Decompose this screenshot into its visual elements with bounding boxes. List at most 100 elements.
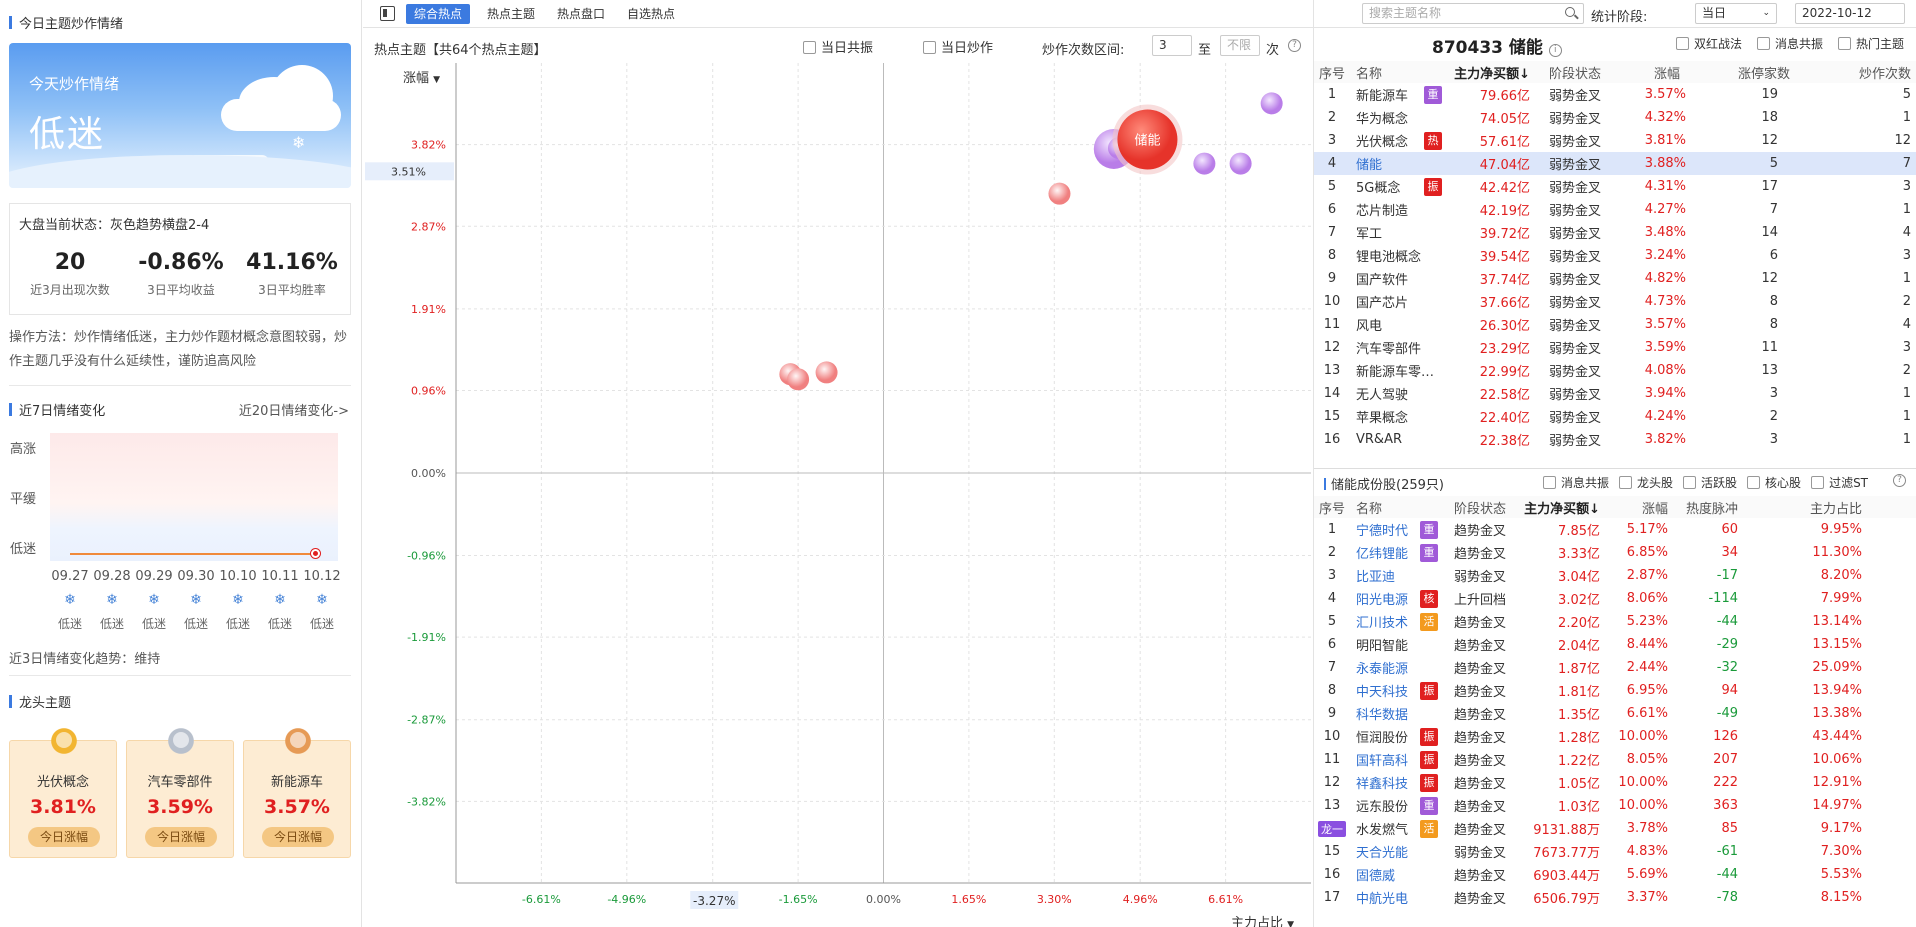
theme-name[interactable]: 锂电池概念 [1356, 250, 1421, 265]
bubble-point[interactable] [787, 368, 810, 391]
tab-hot-themes[interactable]: 热点主题 [479, 4, 543, 24]
leader-pct-button[interactable]: 今日涨幅 [262, 827, 334, 847]
checkbox[interactable] [1747, 476, 1761, 489]
theme-name[interactable]: 汽车零部件 [1356, 342, 1421, 357]
bubble-point[interactable] [1193, 152, 1216, 175]
leader-pct-button[interactable]: 今日涨幅 [28, 827, 100, 847]
stock-row[interactable]: 15 天合光能 弱势金叉 7673.77万 4.83% -61 7.30% [1314, 840, 1916, 863]
stock-filter-1[interactable]: 龙头股 [1619, 476, 1673, 490]
checkbox[interactable] [1619, 476, 1633, 489]
stock-name[interactable]: 固德威 [1356, 869, 1395, 884]
checkbox[interactable] [1683, 476, 1697, 489]
theme-row[interactable]: 15 苹果概念 22.40亿 弱势金叉 4.24% 2 1 [1314, 405, 1916, 428]
stock-name[interactable]: 远东股份 [1356, 800, 1408, 815]
msg-filter[interactable]: 消息共振 [1757, 35, 1823, 52]
stock-name[interactable]: 水发燃气 [1356, 823, 1408, 838]
stock-name[interactable]: 中航光电 [1356, 892, 1408, 907]
theme-row[interactable]: 5 5G概念 振 42.42亿 弱势金叉 4.31% 17 3 [1314, 175, 1916, 198]
date-picker[interactable]: 2022-10-12 [1795, 3, 1905, 24]
search-icon[interactable] [1565, 7, 1579, 20]
stock-name[interactable]: 国轩高科 [1356, 754, 1408, 769]
stock-row[interactable]: 5 汇川技术活趋势金叉 2.20亿 5.23% -44 13.14% [1314, 610, 1916, 633]
column-header[interactable]: 炒作次数 [1796, 61, 1916, 83]
tab-custom-hot[interactable]: 自选热点 [619, 4, 683, 24]
stock-row[interactable]: 7 永泰能源 趋势金叉 1.87亿 2.44% -32 25.09% [1314, 656, 1916, 679]
stock-name[interactable]: 比亚迪 [1356, 570, 1395, 585]
leader-card[interactable]: 新能源车 3.57% 今日涨幅 [243, 725, 351, 858]
column-header[interactable]: 阶段状态 [1530, 61, 1620, 83]
stock-name[interactable]: 明阳智能 [1356, 639, 1408, 654]
column-header[interactable]: 阶段状态 [1440, 496, 1520, 518]
stock-row[interactable]: 10 恒润股份振趋势金叉 1.28亿 10.00% 126 43.44% [1314, 725, 1916, 748]
theme-name[interactable]: 5G概念 [1356, 181, 1400, 196]
theme-name[interactable]: 芯片制造 [1356, 204, 1408, 219]
stock-row[interactable]: 16 固德威 趋势金叉 6903.44万 5.69% -44 5.53% [1314, 863, 1916, 886]
stock-name[interactable]: 阳光电源 [1356, 593, 1408, 608]
checkbox[interactable] [1757, 37, 1770, 50]
theme-row[interactable]: 9 国产软件 37.74亿 弱势金叉 4.82% 12 1 [1314, 267, 1916, 290]
stock-row[interactable]: 6 明阳智能 趋势金叉 2.04亿 8.44% -29 13.15% [1314, 633, 1916, 656]
stock-row[interactable]: 2 亿纬锂能重趋势金叉 3.33亿 6.85% 34 11.30% [1314, 541, 1916, 564]
theme-row[interactable]: 7 军工 39.72亿 弱势金叉 3.48% 14 4 [1314, 221, 1916, 244]
theme-row[interactable]: 16 VR&AR 22.38亿 弱势金叉 3.82% 3 1 [1314, 428, 1916, 451]
theme-name[interactable]: 华为概念 [1356, 112, 1408, 127]
bubble-point[interactable] [1048, 182, 1071, 205]
week-20-link[interactable]: 近20日情绪变化-> [239, 400, 349, 419]
stock-name[interactable]: 永泰能源 [1356, 662, 1408, 677]
theme-row[interactable]: 3 光伏概念 热 57.61亿 弱势金叉 3.81% 12 12 [1314, 129, 1916, 152]
stock-name[interactable]: 恒润股份 [1356, 731, 1408, 746]
stock-filter-3[interactable]: 核心股 [1747, 476, 1801, 490]
stock-name[interactable]: 宁德时代 [1356, 524, 1408, 539]
theme-row[interactable]: 6 芯片制造 42.19亿 弱势金叉 4.27% 7 1 [1314, 198, 1916, 221]
stock-name[interactable]: 科华数据 [1356, 708, 1408, 723]
stock-row[interactable]: 9 科华数据 趋势金叉 1.35亿 6.61% -49 13.38% [1314, 702, 1916, 725]
theme-name[interactable]: 储能 [1356, 158, 1382, 173]
collapse-panel-icon[interactable] [380, 6, 395, 21]
theme-row[interactable]: 14 无人驾驶 22.58亿 弱势金叉 3.94% 3 1 [1314, 382, 1916, 405]
column-header[interactable]: 主力净买额↓ [1446, 61, 1530, 83]
stock-row[interactable]: 龙一 水发燃气活趋势金叉 9131.88万 3.78% 85 9.17% [1314, 817, 1916, 840]
theme-row[interactable]: 2 华为概念 74.05亿 弱势金叉 4.32% 18 1 [1314, 106, 1916, 129]
theme-row[interactable]: 11 风电 26.30亿 弱势金叉 3.57% 8 4 [1314, 313, 1916, 336]
theme-name[interactable]: 无人驾驶 [1356, 388, 1408, 403]
leader-card[interactable]: 光伏概念 3.81% 今日涨幅 [9, 725, 117, 858]
bubble-point[interactable] [1229, 152, 1252, 175]
column-header[interactable]: 序号 [1314, 61, 1350, 83]
stock-name[interactable]: 亿纬锂能 [1356, 547, 1408, 562]
stock-filter-4[interactable]: 过滤ST [1811, 476, 1868, 490]
stock-row[interactable]: 1 宁德时代重趋势金叉 7.85亿 5.17% 60 9.95% [1314, 518, 1916, 541]
theme-name[interactable]: 新能源车 [1356, 89, 1408, 104]
column-header[interactable]: 名称 [1350, 61, 1446, 83]
hot-filter[interactable]: 热门主题 [1838, 35, 1904, 52]
bubble-point[interactable] [1260, 92, 1283, 115]
bubble-point[interactable] [815, 361, 838, 384]
theme-row[interactable]: 10 国产芯片 37.66亿 弱势金叉 4.73% 8 2 [1314, 290, 1916, 313]
column-header[interactable]: 名称 [1350, 496, 1440, 518]
stock-filter-0[interactable]: 消息共振 [1543, 476, 1609, 490]
stock-row[interactable]: 17 中航光电 趋势金叉 6506.79万 3.37% -78 8.15% [1314, 886, 1916, 909]
stock-name[interactable]: 天合光能 [1356, 846, 1408, 861]
theme-row[interactable]: 1 新能源车 重 79.66亿 弱势金叉 3.57% 19 5 [1314, 83, 1916, 106]
stock-name[interactable]: 中天科技 [1356, 685, 1408, 700]
checkbox[interactable] [1838, 37, 1851, 50]
help-icon[interactable]: ? [1893, 474, 1906, 487]
stock-row[interactable]: 8 中天科技振趋势金叉 1.81亿 6.95% 94 13.94% [1314, 679, 1916, 702]
stock-name[interactable]: 汇川技术 [1356, 616, 1408, 631]
scatter-chart[interactable]: -6.61%-4.96%-3.30%-1.65%0.00%1.65%3.30%4… [363, 29, 1313, 927]
theme-name[interactable]: 国产软件 [1356, 273, 1408, 288]
stock-row[interactable]: 3 比亚迪 弱势金叉 3.04亿 2.87% -17 8.20% [1314, 564, 1916, 587]
stock-row[interactable]: 12 祥鑫科技振趋势金叉 1.05亿 10.00% 222 12.91% [1314, 771, 1916, 794]
stock-filter-2[interactable]: 活跃股 [1683, 476, 1737, 490]
checkbox[interactable] [1676, 37, 1689, 50]
checkbox[interactable] [1543, 476, 1556, 489]
column-header[interactable]: 涨幅 [1600, 496, 1668, 518]
tab-hot-board[interactable]: 热点盘口 [549, 4, 613, 24]
theme-row[interactable]: 12 汽车零部件 23.29亿 弱势金叉 3.59% 11 3 [1314, 336, 1916, 359]
info-icon[interactable]: i [1548, 44, 1562, 57]
period-select[interactable]: 当日 ⌄ [1695, 3, 1777, 24]
tab-comprehensive[interactable]: 综合热点 [406, 4, 471, 24]
theme-row[interactable]: 13 新能源车零… 22.99亿 弱势金叉 4.08% 13 2 [1314, 359, 1916, 382]
theme-row[interactable]: 4 储能 47.04亿 弱势金叉 3.88% 5 7 [1314, 152, 1916, 175]
theme-name[interactable]: 军工 [1356, 227, 1382, 242]
theme-name[interactable]: VR&AR [1356, 432, 1402, 447]
